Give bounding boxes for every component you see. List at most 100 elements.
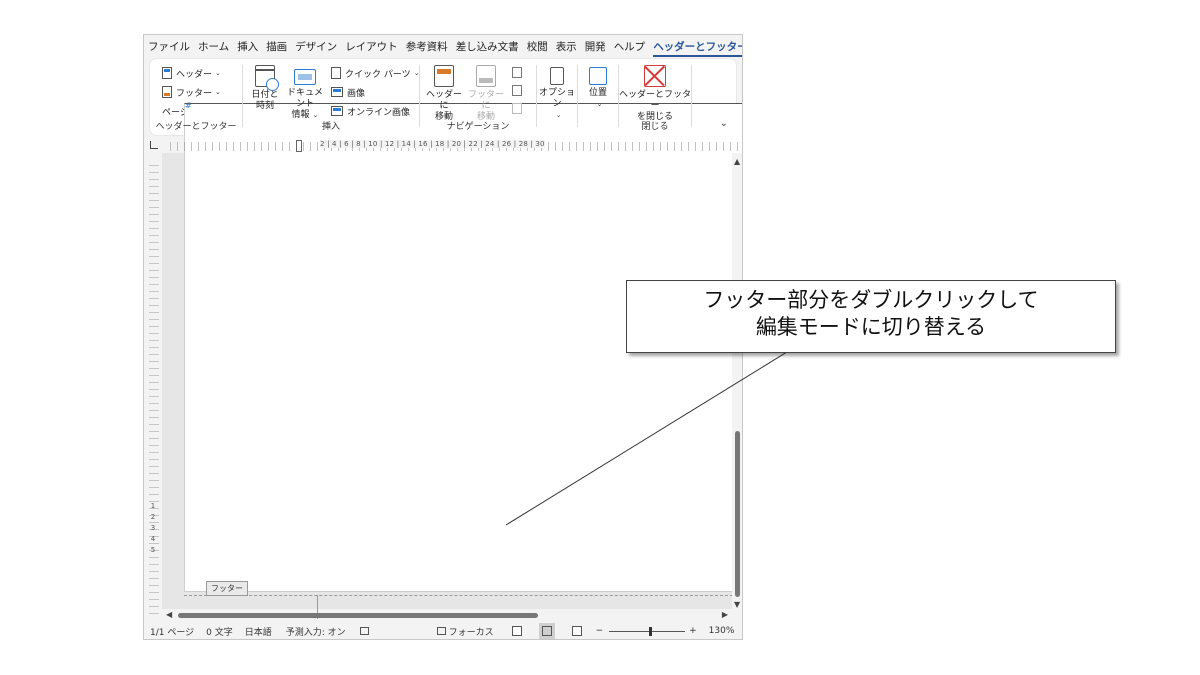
vertical-scroll-thumb[interactable]	[735, 431, 740, 597]
vertical-ruler-numbers: 1 2 3 4 5	[148, 501, 158, 556]
tab-references[interactable]: 参考資料	[402, 35, 452, 59]
vertical-ruler-number: 1	[150, 502, 156, 510]
ribbon-tabs: ファイル ホーム 挿入 描画 デザイン レイアウト 参考資料 差し込み文書 校閲…	[144, 35, 742, 59]
go-to-footer-button[interactable]: フッターに 移動	[466, 65, 506, 123]
go-to-footer-label-1: フッターに	[467, 90, 504, 111]
scroll-down-icon[interactable]: ▼	[734, 600, 740, 609]
zoom-out-button[interactable]: −	[596, 626, 604, 636]
zoom-slider[interactable]	[609, 626, 686, 636]
chevron-down-icon: ⌄	[215, 69, 221, 77]
tab-file[interactable]: ファイル	[144, 35, 194, 59]
collapse-ribbon-icon[interactable]: ⌄	[720, 118, 728, 129]
group-insert: 日付と 時刻 ドキュメント 情報⌄ クイック パーツ ⌄ 画像 オンライン画像	[243, 59, 420, 135]
close-header-footer-button[interactable]: ヘッダーとフッター を閉じる	[619, 65, 691, 123]
group-divider	[691, 65, 692, 127]
print-layout-icon[interactable]	[538, 623, 555, 639]
date-time-button[interactable]: 日付と 時刻	[249, 65, 281, 112]
predictive-input-status[interactable]: 予測入力: オン	[286, 625, 346, 638]
tab-mailings[interactable]: 差し込み文書	[452, 35, 523, 59]
horizontal-scrollbar[interactable]: ◀ ▶	[162, 609, 732, 621]
document-info-label-1: ドキュメント	[286, 88, 323, 109]
page-count[interactable]: 1/1 ページ	[150, 625, 194, 638]
picture-icon	[331, 87, 343, 97]
language-status[interactable]: 日本語	[245, 625, 272, 638]
vertical-ruler-number: 2	[150, 513, 156, 521]
chevron-down-icon: ⌄	[215, 88, 221, 96]
read-mode-icon[interactable]	[511, 626, 522, 636]
tab-home[interactable]: ホーム	[194, 35, 233, 59]
indent-marker-icon[interactable]	[296, 140, 302, 152]
page-number-button[interactable]: ページ番号 ⌄	[162, 101, 742, 541]
online-picture-button[interactable]: オンライン画像	[331, 103, 410, 119]
vertical-ruler-number: 3	[150, 524, 156, 532]
group-navigation: ヘッダーに 移動 フッターに 移動 ナビゲーション	[420, 59, 536, 135]
tab-insert[interactable]: 挿入	[233, 35, 262, 59]
date-time-label-1: 日付と	[251, 90, 279, 100]
document-area: フッター ↵	[162, 153, 742, 636]
group-position: 位置 ⌄	[578, 59, 618, 135]
tab-developer[interactable]: 開発	[581, 35, 610, 59]
scroll-right-icon[interactable]: ▶	[722, 610, 728, 619]
group-close: ヘッダーとフッター を閉じる 閉じる	[619, 59, 691, 135]
quick-parts-button[interactable]: クイック パーツ ⌄	[331, 65, 420, 81]
focus-icon	[436, 626, 446, 635]
zoom-level[interactable]: 130%	[709, 626, 735, 636]
options-button[interactable]: オプション ⌄	[537, 67, 577, 121]
picture-label: 画像	[347, 88, 366, 99]
tab-review[interactable]: 校閲	[523, 35, 552, 59]
horizontal-scroll-thumb[interactable]	[178, 613, 538, 618]
web-layout-icon[interactable]	[571, 626, 582, 636]
group-label-close: 閉じる	[641, 122, 669, 132]
scroll-up-icon[interactable]: ▲	[734, 157, 740, 166]
word-count[interactable]: 0 文字	[206, 625, 233, 638]
picture-button[interactable]: 画像	[331, 84, 365, 100]
tab-layout[interactable]: レイアウト	[341, 35, 402, 59]
footer-icon	[162, 86, 172, 98]
tab-draw[interactable]: 描画	[262, 35, 291, 59]
go-to-header-icon	[434, 65, 454, 87]
tab-design[interactable]: デザイン	[291, 35, 341, 59]
focus-button[interactable]: フォーカス	[436, 625, 494, 638]
footer-label: フッター	[176, 88, 213, 99]
next-section-icon[interactable]	[512, 85, 522, 96]
group-header-footer: ヘッダー ⌄ フッター ⌄ ページ番号 ⌄ ヘッダーとフッター	[150, 59, 742, 541]
status-bar: 1/1 ページ 0 文字 日本語 予測入力: オン フォーカス − + 130%	[144, 621, 742, 639]
tab-help[interactable]: ヘルプ	[610, 35, 650, 59]
previous-section-icon[interactable]	[512, 67, 522, 78]
zoom-slider-knob[interactable]	[649, 627, 653, 636]
footer-button[interactable]: フッター ⌄	[162, 84, 221, 100]
close-icon	[644, 65, 666, 87]
vertical-ruler-number: 5	[150, 546, 156, 554]
tab-header-footer[interactable]: ヘッダーとフッター	[649, 35, 742, 59]
quick-parts-label: クイック パーツ	[345, 69, 411, 80]
header-label: ヘッダー	[176, 69, 213, 80]
chevron-down-icon: ⌄	[555, 111, 562, 119]
document-info-button[interactable]: ドキュメント 情報 ⌄	[283, 65, 327, 121]
document-info-icon	[294, 69, 316, 85]
instruction-callout: フッター部分をダブルクリックして 編集モードに切り替える	[626, 280, 1116, 353]
group-label-header-footer: ヘッダーとフッター	[155, 122, 237, 132]
go-to-header-button[interactable]: ヘッダーに 移動	[424, 65, 464, 123]
position-button[interactable]: 位置 ⌄	[578, 67, 618, 110]
tab-selector-icon[interactable]	[150, 141, 158, 149]
ruler-numbers: 2 | 4 | 6 | 8 | 10 | 12 | 14 | 16 | 18 |…	[320, 140, 545, 148]
vertical-scrollbar[interactable]: ▲ ▼	[732, 153, 742, 609]
document-page[interactable]	[184, 153, 742, 592]
link-to-previous-icon[interactable]	[512, 103, 522, 114]
go-to-header-label-1: ヘッダーに	[425, 90, 462, 111]
focus-label: フォーカス	[448, 627, 494, 638]
header-button[interactable]: ヘッダー ⌄	[162, 65, 221, 81]
chevron-down-icon: ⌄	[312, 111, 319, 119]
zoom-in-button[interactable]: +	[689, 626, 697, 636]
date-time-label-2: 時刻	[255, 101, 274, 111]
tab-view[interactable]: 表示	[552, 35, 581, 59]
close-label-1: ヘッダーとフッター	[619, 90, 692, 111]
position-label: 位置	[588, 88, 607, 98]
position-icon	[589, 67, 607, 85]
accessibility-icon[interactable]	[359, 627, 369, 635]
options-icon	[550, 67, 564, 85]
scroll-left-icon[interactable]: ◀	[166, 610, 172, 619]
group-options: オプション ⌄	[537, 59, 577, 135]
callout-line-1: フッター部分をダブルクリックして	[703, 288, 1039, 312]
horizontal-ruler: 2 | 4 | 6 | 8 | 10 | 12 | 14 | 16 | 18 |…	[144, 139, 742, 153]
